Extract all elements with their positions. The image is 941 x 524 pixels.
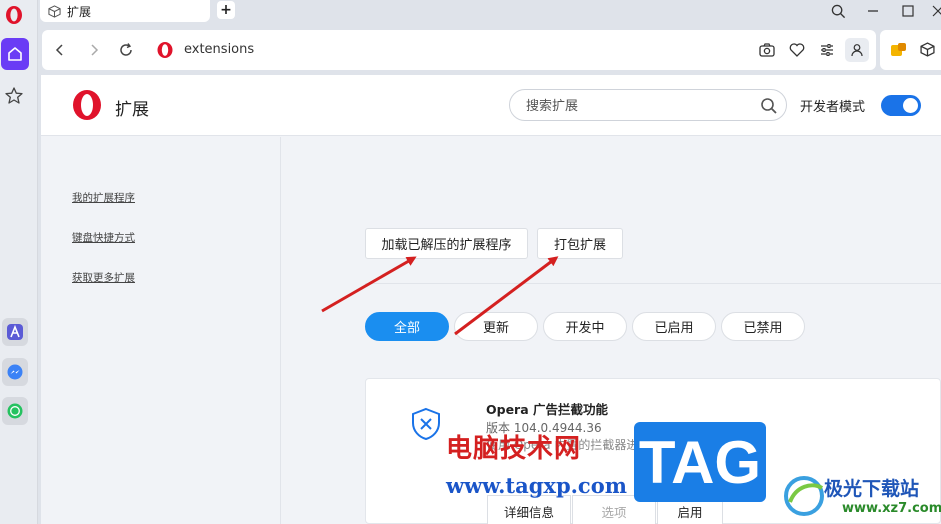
home-button[interactable]	[1, 38, 29, 70]
watermark-url: www.tagxp.com	[446, 473, 627, 498]
filter-disabled[interactable]: 已禁用	[721, 312, 805, 341]
watermark-site: 极光下载站 www.xz7.com	[782, 470, 941, 524]
filter-enabled[interactable]: 已启用	[632, 312, 716, 341]
search-box[interactable]	[509, 89, 787, 121]
heart-icon	[789, 43, 805, 57]
page-header: 扩展 开发者模式	[41, 75, 941, 136]
messenger-icon	[7, 364, 23, 380]
left-nav-panel: 我的扩展程序 键盘快捷方式 获取更多扩展	[41, 137, 281, 524]
search-icon[interactable]	[760, 97, 778, 115]
browser-sidebar	[0, 0, 38, 524]
watermark-site-cn: 极光下载站	[824, 478, 920, 500]
maximize-icon	[902, 5, 914, 17]
search-icon	[831, 4, 845, 18]
forward-button[interactable]	[84, 40, 104, 60]
opera-page-icon	[157, 42, 173, 58]
divider	[365, 283, 941, 284]
reload-icon	[120, 43, 132, 56]
whatsapp-app-button[interactable]	[2, 397, 28, 425]
watermark-tag-logo: TAG	[634, 422, 766, 502]
link-keyboard-shortcuts[interactable]: 键盘快捷方式	[72, 230, 135, 245]
extensions-toolbar	[880, 30, 941, 70]
aria-icon	[7, 324, 23, 340]
opera-logo-icon[interactable]	[4, 5, 24, 25]
easy-setup-button[interactable]	[817, 40, 837, 60]
camera-icon	[759, 43, 775, 57]
close-icon	[932, 5, 941, 17]
page-title: 扩展	[115, 100, 149, 120]
url-text[interactable]: extensions	[184, 42, 254, 57]
tab-extensions[interactable]: 扩展	[40, 0, 210, 22]
watermark-site-url: www.xz7.com	[842, 501, 941, 516]
close-button[interactable]	[924, 0, 941, 22]
minimize-button[interactable]	[859, 0, 887, 22]
bookmark-button[interactable]	[787, 40, 807, 60]
snapshot-button[interactable]	[757, 40, 777, 60]
cube-icon	[48, 4, 61, 18]
plus-icon: +	[220, 2, 232, 18]
watermark-cn: 电脑技术网	[446, 434, 582, 464]
address-bar: extensions	[42, 30, 876, 70]
reload-button[interactable]	[116, 40, 136, 60]
new-tab-button[interactable]: +	[217, 1, 235, 19]
load-unpacked-button[interactable]: 加载已解压的扩展程序	[365, 228, 528, 259]
link-get-more-extensions[interactable]: 获取更多扩展	[72, 270, 135, 285]
maximize-button[interactable]	[894, 0, 922, 22]
minimize-icon	[868, 10, 878, 12]
aria-app-button[interactable]	[2, 318, 28, 346]
tab-strip: 扩展 +	[38, 0, 941, 28]
settings-sliders-icon	[821, 44, 833, 56]
details-button[interactable]: 详细信息	[487, 495, 571, 524]
user-icon	[851, 44, 863, 57]
messenger-app-button[interactable]	[2, 358, 28, 386]
chevron-right-icon	[91, 44, 99, 56]
toggle-knob	[903, 98, 918, 113]
tab-search-button[interactable]	[824, 0, 852, 22]
extension-name: Opera 广告拦截功能	[486, 402, 609, 417]
filter-updates[interactable]: 更新	[454, 312, 538, 341]
search-input[interactable]	[526, 96, 746, 116]
whatsapp-icon	[7, 403, 23, 419]
filter-developer[interactable]: 开发中	[543, 312, 627, 341]
link-my-extensions[interactable]: 我的扩展程序	[72, 190, 135, 205]
shield-icon	[412, 407, 440, 441]
opera-logo-icon	[73, 90, 101, 120]
profile-button[interactable]	[845, 38, 869, 62]
filter-all[interactable]: 全部	[365, 312, 449, 341]
aurora-logo-icon	[784, 476, 824, 516]
developer-mode-toggle[interactable]	[881, 95, 921, 116]
back-button[interactable]	[50, 40, 70, 60]
puzzle-extension-icon[interactable]	[890, 41, 908, 59]
chevron-left-icon	[55, 44, 63, 56]
cube-icon[interactable]	[920, 42, 935, 57]
home-icon	[8, 47, 22, 61]
tab-title: 扩展	[67, 4, 92, 19]
developer-mode-label: 开发者模式	[800, 100, 866, 115]
pack-extension-button[interactable]: 打包扩展	[537, 228, 623, 259]
star-icon[interactable]	[4, 86, 24, 106]
